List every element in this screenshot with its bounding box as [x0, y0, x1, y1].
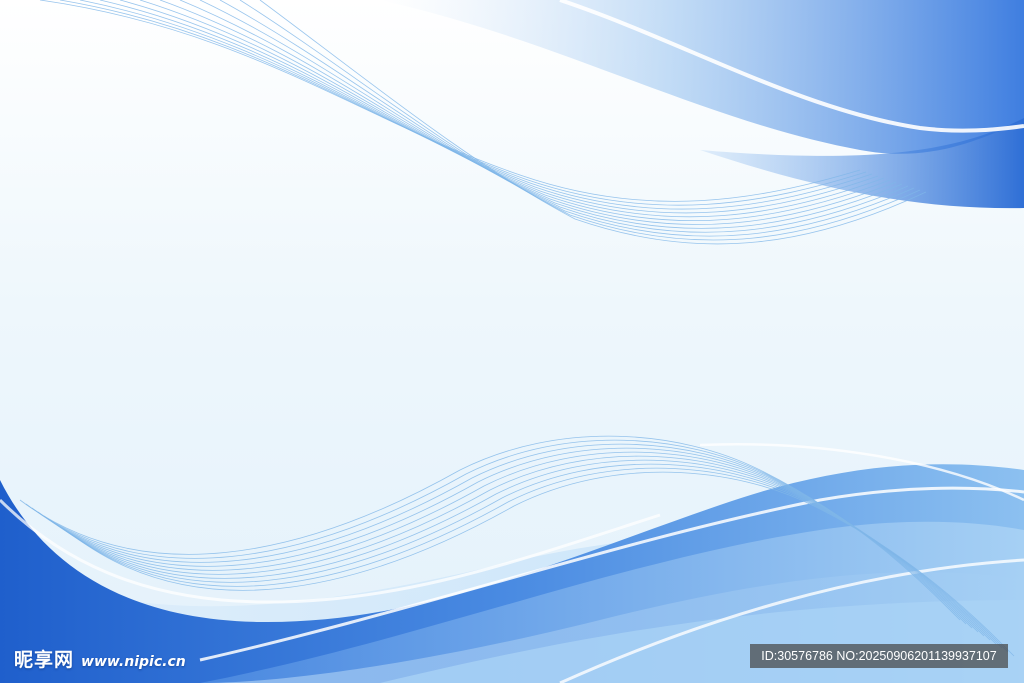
image-id-badge: ID:30576786 NO:20250906201139937107	[750, 644, 1008, 668]
background-wave-graphic	[0, 0, 1024, 683]
site-watermark: 昵享网 www.nipic.cn	[14, 645, 186, 671]
site-url: www.nipic.cn	[81, 654, 186, 670]
site-name: 昵享网	[14, 649, 75, 671]
